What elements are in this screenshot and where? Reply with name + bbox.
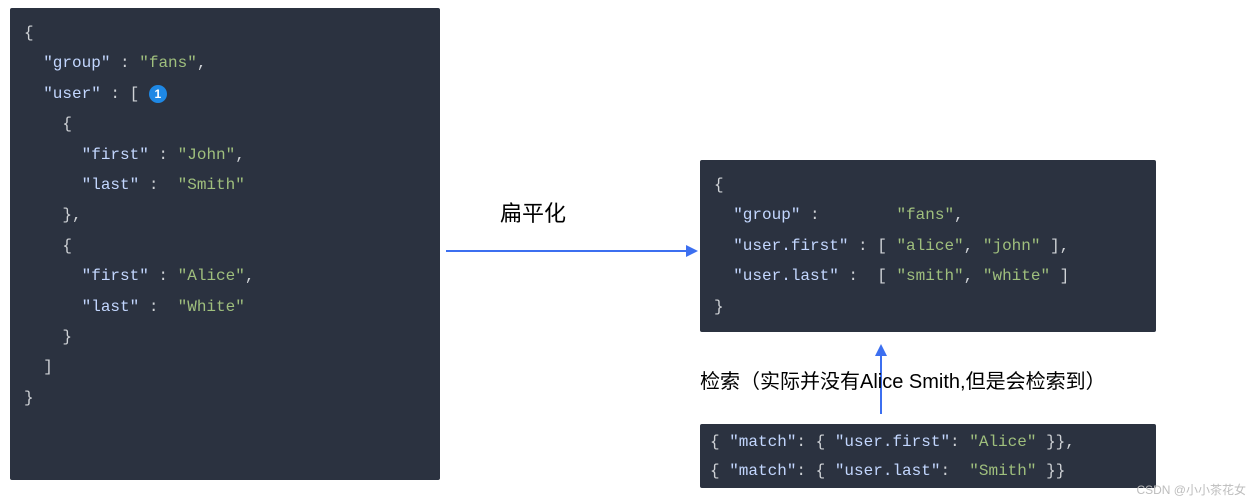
annotation-badge-1: 1 — [149, 85, 167, 103]
brace-open: { — [24, 24, 34, 42]
source-json-block: { "group" : "fans", "user" : [ 1 { "firs… — [10, 8, 440, 480]
val-white: "White" — [178, 298, 245, 316]
key-group: "group" — [43, 54, 110, 72]
flattened-json-code: { "group" : "fans", "user.first" : [ "al… — [714, 176, 1069, 316]
key-last: "last" — [82, 176, 140, 194]
flattened-json-block: { "group" : "fans", "user.first" : [ "al… — [700, 160, 1156, 332]
watermark-text: CSDN @小小茶花女 — [1136, 481, 1246, 498]
key-user-last-flat: "user.last" — [733, 267, 839, 285]
key-first-2: "first" — [82, 267, 149, 285]
key-first: "first" — [82, 146, 149, 164]
key-user: "user" — [43, 85, 101, 103]
source-json-code: { "group" : "fans", "user" : [ 1 { "firs… — [24, 24, 254, 407]
key-last-2: "last" — [82, 298, 140, 316]
val-alice: "Alice" — [178, 267, 245, 285]
key-match-1: "match" — [729, 433, 796, 451]
label-flatten: 扁平化 — [500, 196, 566, 228]
val-fans: "fans" — [139, 54, 197, 72]
query-json-code: { "match": { "user.first": "Alice" }}, {… — [710, 433, 1075, 480]
key-user-first-flat: "user.first" — [733, 237, 848, 255]
val-smith: "Smith" — [178, 176, 245, 194]
brace-close: } — [24, 389, 34, 407]
arrow-right-icon — [446, 250, 696, 252]
query-json-block: { "match": { "user.first": "Alice" }}, {… — [700, 424, 1156, 488]
key-group-flat: "group" — [733, 206, 800, 224]
key-match-2: "match" — [729, 462, 796, 480]
label-search-note: 检索（实际并没有Alice Smith,但是会检索到） — [700, 365, 1106, 394]
val-john: "John" — [178, 146, 236, 164]
